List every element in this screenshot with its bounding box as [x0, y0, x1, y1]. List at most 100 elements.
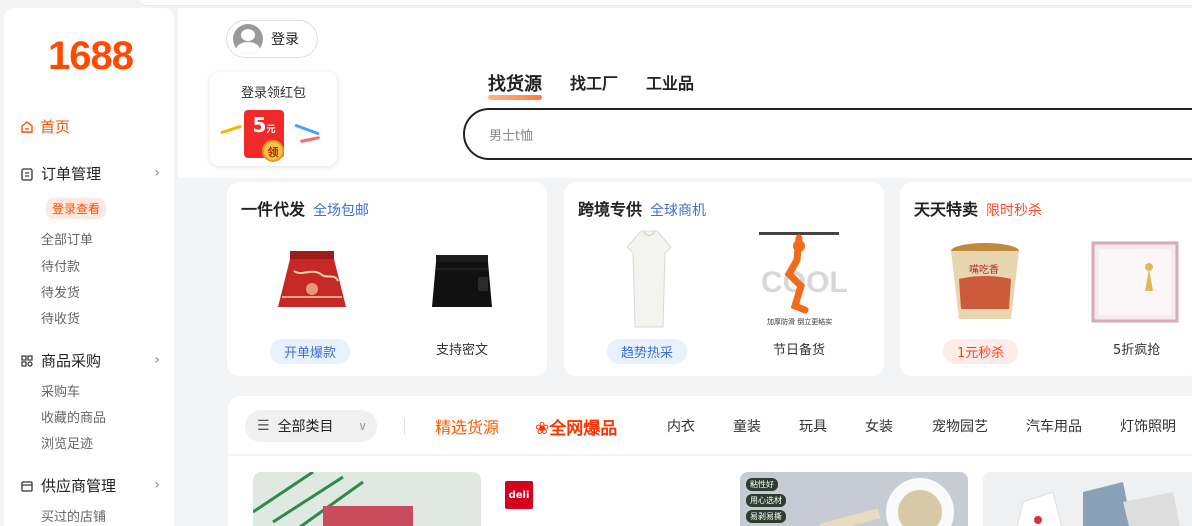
product-image[interactable]	[1080, 232, 1190, 332]
login-button[interactable]: 登录	[226, 20, 318, 58]
promo-card-crossborder[interactable]: 跨境专供 全球商机 COOL 加厚防滑 倒立更结实 趋势热采 节日备货	[564, 182, 884, 376]
sidebar: 1688 首页 订单管理 › 登录查看 全部订单 待付款 待发货 待收货 商品采…	[4, 8, 174, 526]
login-label: 登录	[271, 32, 299, 48]
product-image[interactable]: 嘴吃香	[930, 232, 1040, 332]
sidebar-item-orders[interactable]: 订单管理 ›	[20, 163, 160, 184]
promo-title: 天天特卖	[914, 200, 979, 219]
tab-industrial[interactable]: 工业品	[646, 70, 694, 96]
chevron-down-icon: ∨	[358, 419, 367, 433]
red-packet-unit: 元	[266, 125, 276, 135]
menu-icon: ☰	[257, 418, 270, 434]
noodle-bowl-image: 嘴吃香	[951, 243, 1019, 319]
promo-caption: 支持密文	[436, 343, 489, 358]
sidebar-subitem[interactable]: 浏览足迹	[41, 433, 93, 452]
sidebar-item-purchase[interactable]: 商品采购 ›	[20, 350, 160, 371]
product-image[interactable]	[257, 232, 367, 332]
category-item[interactable]: 宠物园艺	[932, 416, 988, 436]
red-packet-card[interactable]: 登录领红包 5元 领	[210, 72, 337, 166]
product-grid: deli 粘性好 用心选材 易剥易撕	[228, 456, 1192, 526]
divider	[404, 418, 405, 434]
product-image[interactable]: COOL 加厚防滑 倒立更结实	[744, 226, 854, 334]
home-icon	[21, 120, 33, 133]
category-hot[interactable]: ❀全网爆品	[535, 414, 617, 439]
sidebar-subitem[interactable]: 待发货	[41, 282, 80, 301]
chevron-right-icon: ›	[154, 352, 160, 368]
chevron-right-icon: ›	[154, 477, 160, 493]
confetti-icon	[294, 123, 320, 136]
category-item[interactable]: 玩具	[799, 416, 827, 436]
promo-title: 一件代发	[241, 200, 306, 219]
tab-find-source[interactable]: 找货源	[488, 70, 542, 100]
svg-text:嘴吃香: 嘴吃香	[969, 263, 999, 276]
skirt-image	[432, 255, 492, 307]
logo[interactable]: 1688	[48, 34, 134, 79]
product-card[interactable]: 粘性好 用心选材 易剥易撕	[740, 472, 968, 526]
all-categories-dropdown[interactable]: ☰ 全部类目 ∨	[245, 410, 377, 442]
sidebar-subitem[interactable]: 待付款	[41, 256, 80, 275]
category-item[interactable]: 灯饰照明	[1120, 416, 1176, 436]
product-card[interactable]	[983, 472, 1192, 526]
promo-caption: 趋势热采	[607, 339, 688, 364]
sidebar-subitem[interactable]: 待收货	[41, 308, 80, 327]
socks-image	[1016, 482, 1180, 526]
tab-find-factory[interactable]: 找工厂	[570, 70, 618, 96]
search-tabs: 找货源 找工厂 工业品	[488, 70, 722, 100]
category-hot-label: 全网爆品	[549, 419, 618, 439]
chevron-right-icon: ›	[154, 165, 160, 181]
claim-coin: 领	[262, 140, 284, 162]
category-item[interactable]: 汽车用品	[1026, 416, 1082, 436]
product-tag: 易剥易撕	[746, 510, 786, 523]
sidebar-subitem[interactable]: 买过的店铺	[41, 506, 106, 525]
sidebar-subitem[interactable]: 采购车	[41, 381, 80, 400]
promo-card-flash-sale[interactable]: 天天特卖 限时秒杀 嘴吃香 1元秒杀 5折疯抢	[900, 182, 1192, 376]
sidebar-item-home[interactable]: 首页	[20, 116, 70, 137]
promo-caption: 1元秒杀	[943, 339, 1019, 364]
confetti-icon	[220, 124, 242, 135]
toy-image: COOL 加厚防滑 倒立更结实	[759, 232, 848, 326]
sidebar-item-label: 供应商管理	[41, 477, 117, 495]
fire-icon: ❀	[535, 419, 550, 439]
promo-caption: 开单爆款	[270, 339, 351, 364]
category-item[interactable]: 童装	[733, 416, 761, 436]
clipboard-icon	[21, 167, 33, 181]
promo-caption: 5折疯抢	[1113, 343, 1161, 358]
svg-text:COOL: COOL	[761, 266, 848, 299]
svg-text:加厚防滑 倒立更结实: 加厚防滑 倒立更结实	[767, 317, 832, 326]
promo-subtitle: 全场包邮	[313, 203, 370, 219]
dress-image	[626, 230, 672, 328]
confetti-icon	[299, 135, 321, 144]
skirt-image	[278, 251, 346, 307]
sidebar-item-supplier[interactable]: 供应商管理 ›	[20, 475, 160, 496]
sidebar-subitem[interactable]: 全部订单	[41, 229, 93, 248]
sidebar-subitem[interactable]: 收藏的商品	[41, 407, 106, 426]
promo-card-dropship[interactable]: 一件代发 全场包邮 开单爆款 支持密文	[227, 182, 547, 376]
product-tag: 粘性好	[746, 478, 778, 491]
product-image[interactable]	[407, 232, 517, 332]
avatar	[233, 24, 263, 54]
search-input[interactable]: 男士t恤	[463, 108, 1192, 160]
grid-icon	[21, 354, 33, 367]
plant-image	[253, 472, 413, 526]
login-check-badge[interactable]: 登录查看	[46, 198, 107, 219]
store-icon	[21, 480, 33, 492]
top-border	[140, 0, 1192, 6]
red-packet-amount: 5	[252, 113, 267, 137]
sidebar-item-label: 商品采购	[41, 352, 102, 370]
promo-title: 跨境专供	[578, 200, 643, 219]
deli-logo: deli	[505, 481, 533, 509]
towel-image	[1091, 241, 1179, 323]
product-card[interactable]	[253, 472, 481, 526]
all-categories-label: 全部类目	[277, 419, 334, 435]
category-bar: ☰ 全部类目 ∨ 精选货源 ❀全网爆品 内衣 童装 玩具 女装 宠物园艺 汽车用…	[228, 396, 1192, 454]
category-featured[interactable]: 精选货源	[435, 414, 499, 438]
red-packet-title: 登录领红包	[240, 86, 306, 101]
product-image[interactable]	[594, 224, 704, 334]
category-item[interactable]: 内衣	[667, 416, 695, 436]
sidebar-item-label: 首页	[40, 118, 71, 136]
category-item[interactable]: 女装	[865, 416, 893, 436]
promo-subtitle: 限时秒杀	[986, 203, 1043, 219]
product-tag: 用心选材	[746, 494, 786, 507]
sidebar-item-label: 订单管理	[41, 165, 102, 183]
promo-caption: 节日备货	[773, 343, 826, 358]
promo-subtitle: 全球商机	[650, 203, 707, 219]
